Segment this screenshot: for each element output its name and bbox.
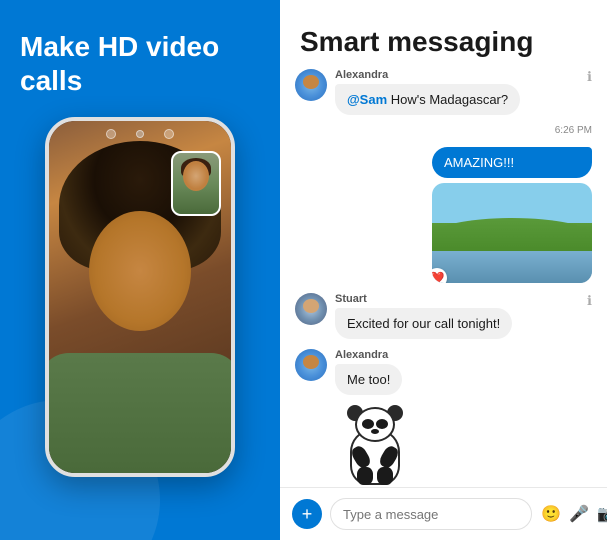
panda-eye-left (362, 419, 374, 429)
phone-screen (49, 121, 231, 473)
left-panel: Make HD video calls (0, 0, 280, 540)
panda-arm-left (349, 444, 372, 470)
phone-dot-right (164, 129, 174, 139)
timestamp: 6:26 PM (555, 125, 592, 136)
landscape-hills (432, 218, 592, 253)
message-content: Alexandra Me too! (335, 349, 592, 395)
person-face (89, 211, 191, 331)
sender-name: Alexandra (335, 349, 592, 361)
add-button[interactable]: + (292, 499, 322, 529)
message-bubble-right: AMAZING!!! (432, 147, 592, 178)
message-text: Excited for our call tonight! (347, 316, 500, 331)
camera-icon[interactable]: 📷 (596, 503, 607, 525)
message-row-right: 6:26 PM AMAZING!!! ❤️ (295, 125, 592, 283)
panda-eye-right (376, 419, 388, 429)
message-input[interactable] (330, 498, 532, 530)
landscape-water (432, 251, 592, 283)
message-bubble: @Sam How's Madagascar? (335, 84, 520, 115)
message-row: Stuart Excited for our call tonight! ℹ (295, 293, 592, 339)
phone-mockup (45, 117, 235, 477)
left-title: Make HD video calls (20, 30, 260, 97)
info-icon: ℹ (587, 293, 592, 309)
avatar (295, 293, 327, 325)
avatar (295, 69, 327, 101)
panda-sticker (335, 405, 415, 485)
chat-area: Alexandra @Sam How's Madagascar? ℹ 6:26 … (280, 69, 607, 487)
landscape-image: ❤️ (432, 183, 592, 283)
panda-arm-right (377, 444, 400, 470)
panda-nose (371, 429, 379, 434)
input-icons: 🙂 🎤 📷 (540, 503, 607, 525)
panda-leg-right (377, 467, 393, 485)
message-bubble: Me too! (335, 364, 402, 395)
avatar (295, 349, 327, 381)
person-body (49, 353, 231, 473)
input-area: + 🙂 🎤 📷 (280, 487, 607, 540)
plus-icon: + (302, 505, 313, 523)
landscape-photo (432, 183, 592, 283)
phone-notch-bar (49, 121, 231, 147)
right-title: Smart messaging (280, 0, 607, 69)
message-text: AMAZING!!! (444, 155, 514, 170)
message-content: Alexandra @Sam How's Madagascar? (335, 69, 574, 115)
mention-text: @Sam (347, 92, 387, 107)
emoji-icon[interactable]: 🙂 (540, 503, 562, 525)
image-message-container: AMAZING!!! ❤️ (432, 147, 592, 283)
info-icon: ℹ (587, 69, 592, 85)
message-content: Stuart Excited for our call tonight! (335, 293, 574, 339)
panda-leg-left (357, 467, 373, 485)
phone-dot-left (106, 129, 116, 139)
caller-thumbnail (171, 151, 221, 216)
panda-head (355, 407, 395, 442)
message-row: Alexandra Me too! (295, 349, 592, 395)
microphone-icon[interactable]: 🎤 (568, 503, 590, 525)
message-row: Alexandra @Sam How's Madagascar? ℹ (295, 69, 592, 115)
sender-name: Alexandra (335, 69, 574, 81)
message-bubble: Excited for our call tonight! (335, 308, 512, 339)
sender-name: Stuart (335, 293, 574, 305)
phone-camera-dot (136, 130, 144, 138)
right-panel: Smart messaging Alexandra @Sam How's Mad… (280, 0, 607, 540)
caller-face (183, 161, 209, 191)
message-text: Me too! (347, 372, 390, 387)
